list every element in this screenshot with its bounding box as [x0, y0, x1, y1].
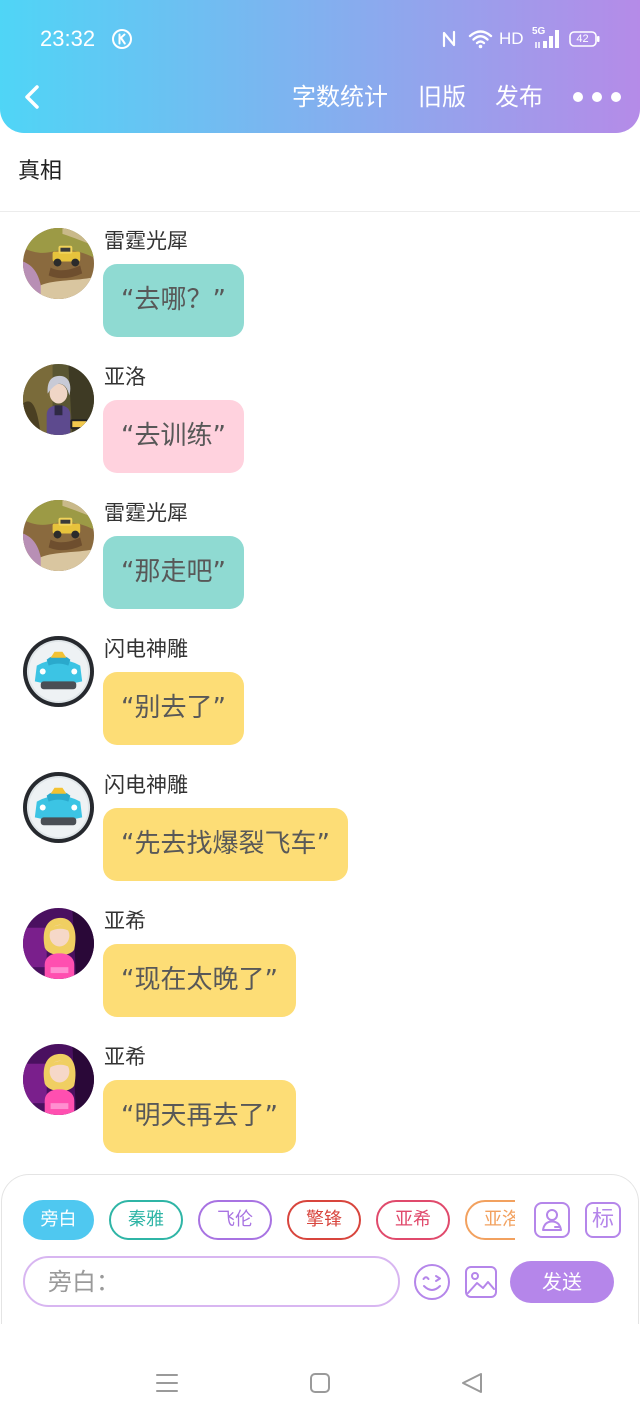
avatar[interactable]	[23, 228, 94, 299]
battery-level: 42	[576, 33, 589, 45]
story-title: 真相	[18, 159, 63, 184]
role-chip-yaxi[interactable]: 亚希	[376, 1200, 450, 1240]
k-circle-icon	[112, 29, 132, 49]
send-button[interactable]: 发送	[510, 1261, 614, 1303]
old-version-button[interactable]: 旧版	[418, 82, 466, 112]
avatar-image	[23, 500, 94, 571]
message-row: 亚希 “现在太晚了”	[0, 908, 640, 1044]
more-dots-icon[interactable]	[570, 88, 624, 106]
avatar[interactable]	[23, 1044, 94, 1115]
speaker-name: 闪电神雕	[104, 773, 188, 797]
message-bubble[interactable]: “去哪？”	[103, 264, 244, 337]
message-row: 亚洛 “去训练”	[0, 364, 640, 500]
role-chip-narrator[interactable]: 旁白	[23, 1200, 94, 1240]
avatar-image	[23, 1044, 94, 1115]
speaker-name: 雷霆光犀	[104, 501, 188, 525]
speaker-name: 亚希	[104, 909, 146, 933]
avatar-image	[23, 636, 94, 707]
avatar[interactable]	[23, 772, 94, 843]
message-list: 雷霆光犀 “去哪？” 亚洛 “去训练” 雷霆光犀 “那走吧” 闪电神雕 “别去了…	[0, 228, 640, 1180]
status-time: 23:32	[40, 26, 96, 51]
speaker-name: 亚希	[104, 1045, 146, 1069]
message-bubble[interactable]: “先去找爆裂飞车”	[103, 808, 348, 881]
chevron-left-icon[interactable]	[23, 84, 41, 110]
speaker-name: 雷霆光犀	[104, 229, 188, 253]
menu-icon[interactable]	[155, 1372, 179, 1394]
home-square-icon[interactable]	[309, 1372, 331, 1394]
avatar-image	[23, 364, 94, 435]
wifi-icon	[468, 30, 493, 49]
image-icon[interactable]	[464, 1265, 498, 1299]
role-chip-yaluo[interactable]: 亚洛	[465, 1200, 515, 1240]
message-bubble[interactable]: “别去了”	[103, 672, 244, 745]
role-chip-feilun[interactable]: 飞伦	[198, 1200, 272, 1240]
top-header: 23:32 HD 5G 42 字数统计 旧版 发布	[0, 0, 640, 133]
emoji-icon[interactable]	[413, 1263, 451, 1301]
tag-button[interactable]: 标	[585, 1202, 621, 1238]
role-chip-qinya[interactable]: 秦雅	[109, 1200, 183, 1240]
avatar-image	[23, 228, 94, 299]
avatar[interactable]	[23, 908, 94, 979]
avatar-image	[23, 908, 94, 979]
avatar-image	[23, 772, 94, 843]
message-row: 亚希 “明天再去了”	[0, 1044, 640, 1180]
role-manage-button[interactable]	[534, 1202, 570, 1238]
message-row: 雷霆光犀 “那走吧”	[0, 500, 640, 636]
role-selector: 旁白 秦雅 飞伦 擎锋 亚希 亚洛	[23, 1200, 515, 1240]
person-icon	[542, 1209, 562, 1231]
message-bubble[interactable]: “去训练”	[103, 400, 244, 473]
divider	[0, 211, 640, 212]
hd-indicator: HD	[499, 29, 524, 48]
avatar[interactable]	[23, 500, 94, 571]
nfc-icon	[442, 30, 456, 48]
message-row: 闪电神雕 “先去找爆裂飞车”	[0, 772, 640, 908]
avatar[interactable]	[23, 364, 94, 435]
message-bubble[interactable]: “现在太晚了”	[103, 944, 296, 1017]
message-row: 雷霆光犀 “去哪？”	[0, 228, 640, 364]
publish-button[interactable]: 发布	[495, 82, 543, 112]
speaker-name: 闪电神雕	[104, 637, 188, 661]
message-bubble[interactable]: “明天再去了”	[103, 1080, 296, 1153]
message-input[interactable]	[23, 1256, 400, 1307]
back-triangle-icon[interactable]	[460, 1371, 484, 1395]
word-count-button[interactable]: 字数统计	[292, 82, 388, 112]
message-row: 闪电神雕 “别去了”	[0, 636, 640, 772]
speaker-name: 亚洛	[104, 365, 146, 389]
signal-icon	[535, 30, 559, 48]
avatar[interactable]	[23, 636, 94, 707]
role-chip-qingfeng[interactable]: 擎锋	[287, 1200, 361, 1240]
message-bubble[interactable]: “那走吧”	[103, 536, 244, 609]
